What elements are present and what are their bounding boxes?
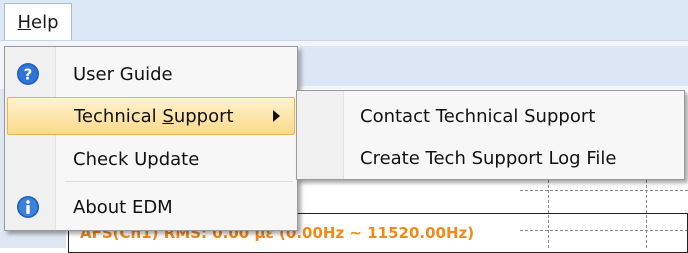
menu-item-about-edm[interactable]: About EDM [7,188,295,226]
submenu-arrow-icon [273,110,280,122]
menu-item-label: Check Update [73,148,200,170]
menu-help-mnemonic: H [17,11,32,33]
label-part: Technical [74,105,163,127]
menu-item-check-update[interactable]: Check Update [7,140,295,178]
menu-item-contact-technical-support[interactable]: Contact Technical Support [299,97,682,135]
menu-item-create-tech-support-log[interactable]: Create Tech Support Log File [299,139,682,177]
menu-help[interactable]: Help [4,3,72,40]
svg-text:?: ? [24,66,33,84]
menu-item-label: Contact Technical Support [360,105,596,127]
menu-help-label: elp [31,11,59,33]
toolbar-panel [300,46,688,86]
menu-item-label: User Guide [73,63,173,85]
label-part: upport [173,105,234,127]
question-icon: ? [17,63,39,85]
menu-separator [65,181,293,182]
plot-gridline [520,190,688,191]
technical-support-submenu: Contact Technical Support Create Tech Su… [296,90,685,180]
menu-item-label: About EDM [73,196,173,218]
menu-item-label: Create Tech Support Log File [360,147,617,169]
label-mnemonic: S [162,105,174,127]
menu-item-technical-support[interactable]: Technical Support [7,97,295,135]
help-dropdown-menu: ? User Guide Technical Support Check Upd… [4,46,298,231]
menu-bar [0,0,688,41]
info-icon [17,196,39,218]
menu-item-user-guide[interactable]: ? User Guide [7,55,295,93]
menu-item-label: Technical Support [74,106,234,127]
